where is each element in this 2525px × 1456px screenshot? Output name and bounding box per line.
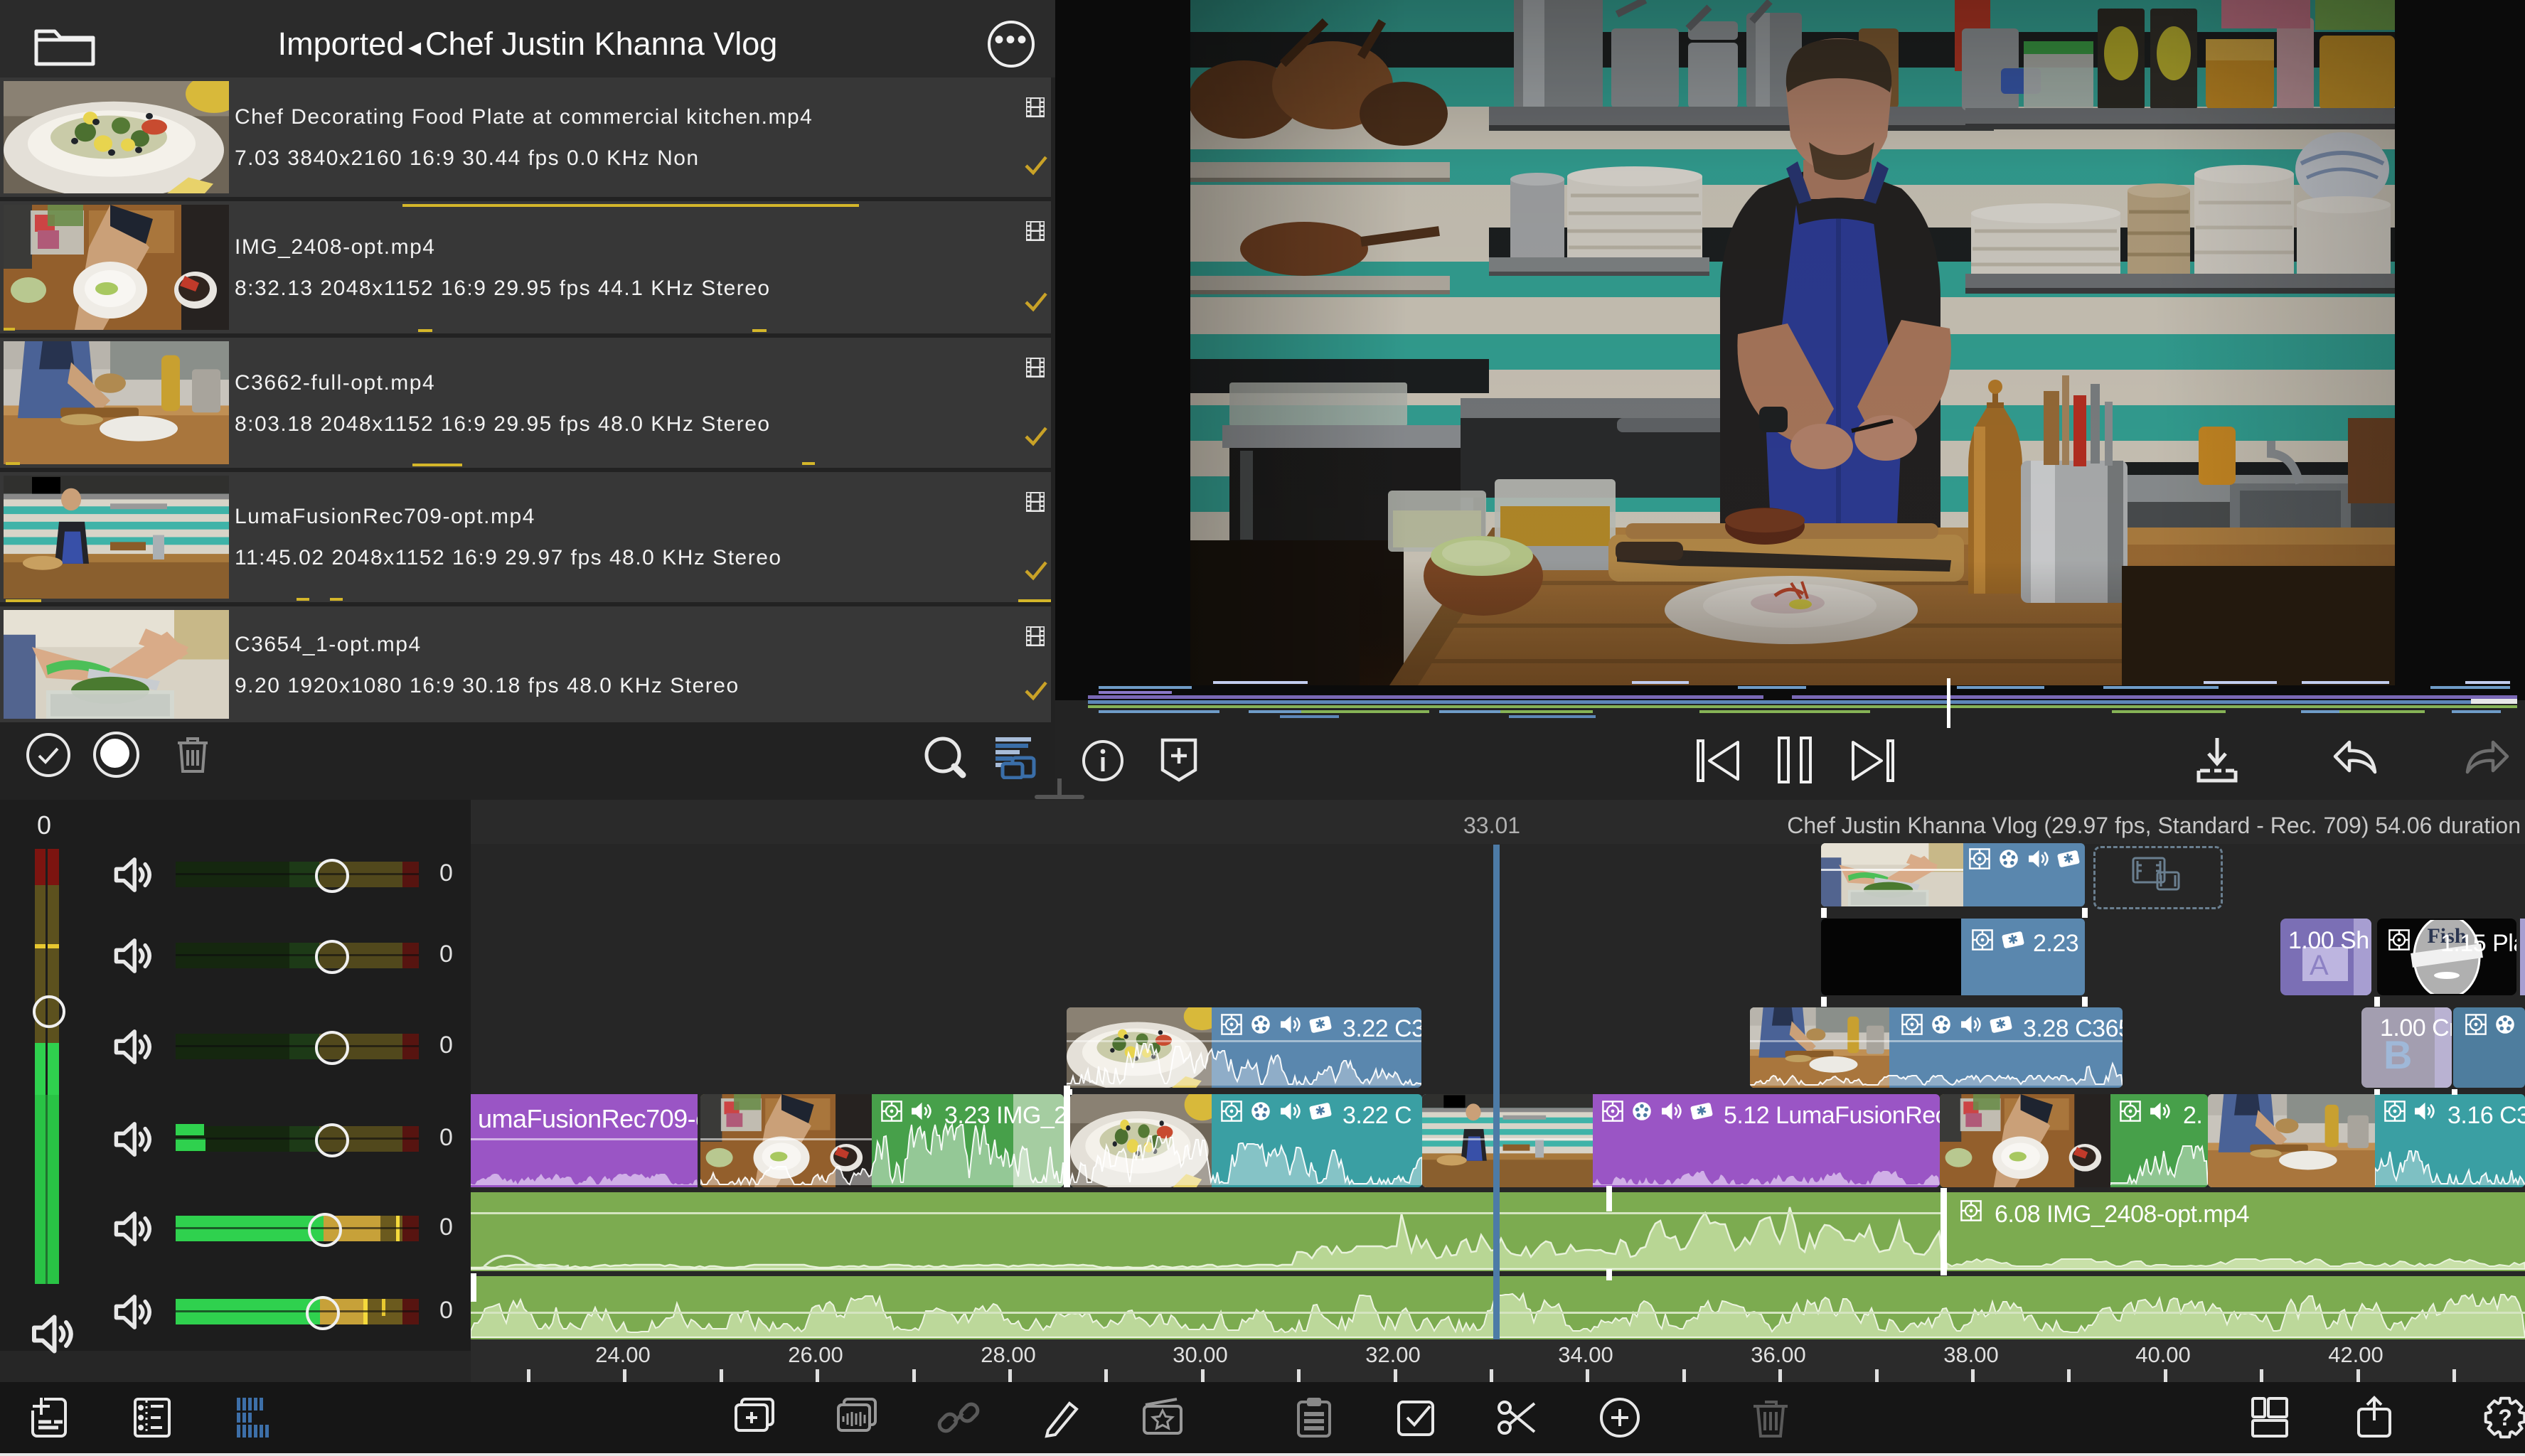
svg-text:?: ? xyxy=(2498,1405,2512,1430)
